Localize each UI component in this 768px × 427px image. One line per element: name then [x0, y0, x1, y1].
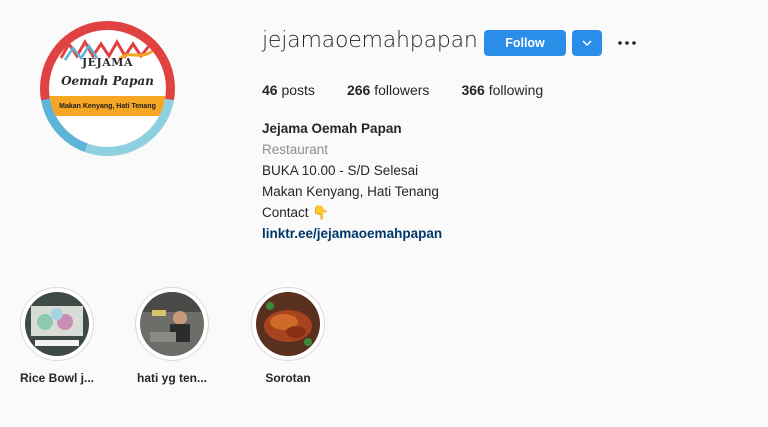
chevron-down-icon: [582, 40, 592, 46]
following-stat[interactable]: 366 following: [461, 82, 543, 98]
followers-count: 266: [346, 82, 371, 98]
more-options-icon: [618, 41, 636, 45]
posts-label: posts: [281, 82, 315, 98]
profile-bio: Jejama Oemah Papan Restaurant BUKA 10.00…: [262, 118, 442, 244]
posts-count: 46: [262, 82, 278, 98]
suggestions-dropdown-button[interactable]: [572, 30, 602, 56]
bio-line: Contact 👇: [262, 205, 330, 220]
bio-line: Makan Kenyang, Hati Tenang: [262, 184, 439, 199]
posts-stat: 46 posts: [262, 82, 315, 98]
followers-stat[interactable]: 266 followers: [347, 82, 430, 98]
logo-subtitle: Oemah Papan: [61, 74, 154, 88]
following-label: following: [488, 82, 544, 98]
highlight-label: Rice Bowl j...: [19, 371, 94, 385]
highlight-ring: [135, 287, 209, 361]
highlight-label: Sorotan: [265, 371, 311, 385]
profile-username: jejamaoemahpapan: [262, 28, 478, 53]
following-count: 366: [461, 82, 485, 98]
profile-avatar[interactable]: JEJAMA Oemah Papan Makan Kenyang, Hati T…: [40, 21, 175, 156]
highlight-cover: [256, 292, 320, 356]
avatar-logo: JEJAMA Oemah Papan Makan Kenyang, Hati T…: [49, 30, 166, 147]
bio-link[interactable]: linktr.ee/jejamaoemahpapan: [262, 223, 442, 244]
follow-button[interactable]: Follow: [484, 30, 566, 56]
highlight-cover: [140, 292, 204, 356]
logo-tagline: Makan Kenyang, Hati Tenang: [49, 96, 166, 116]
highlight-ring: [20, 287, 94, 361]
highlight-label: hati yg ten...: [136, 371, 207, 385]
highlight-item[interactable]: hati yg ten...: [132, 287, 212, 385]
followers-label: followers: [374, 82, 430, 98]
logo-title: JEJAMA: [81, 56, 134, 69]
highlight-item[interactable]: Sorotan: [248, 287, 328, 385]
bio-line: BUKA 10.00 - S/D Selesai: [262, 163, 419, 178]
bio-category: Restaurant: [262, 142, 329, 157]
highlight-ring: [251, 287, 325, 361]
avatar-ring: JEJAMA Oemah Papan Makan Kenyang, Hati T…: [40, 21, 175, 156]
bio-name: Jejama Oemah Papan: [262, 121, 402, 136]
profile-stats: 46 posts 266 followers 366 following: [262, 82, 575, 98]
highlight-cover: [25, 292, 89, 356]
highlight-item[interactable]: Rice Bowl j...: [17, 287, 97, 385]
more-options-button[interactable]: [616, 34, 638, 52]
